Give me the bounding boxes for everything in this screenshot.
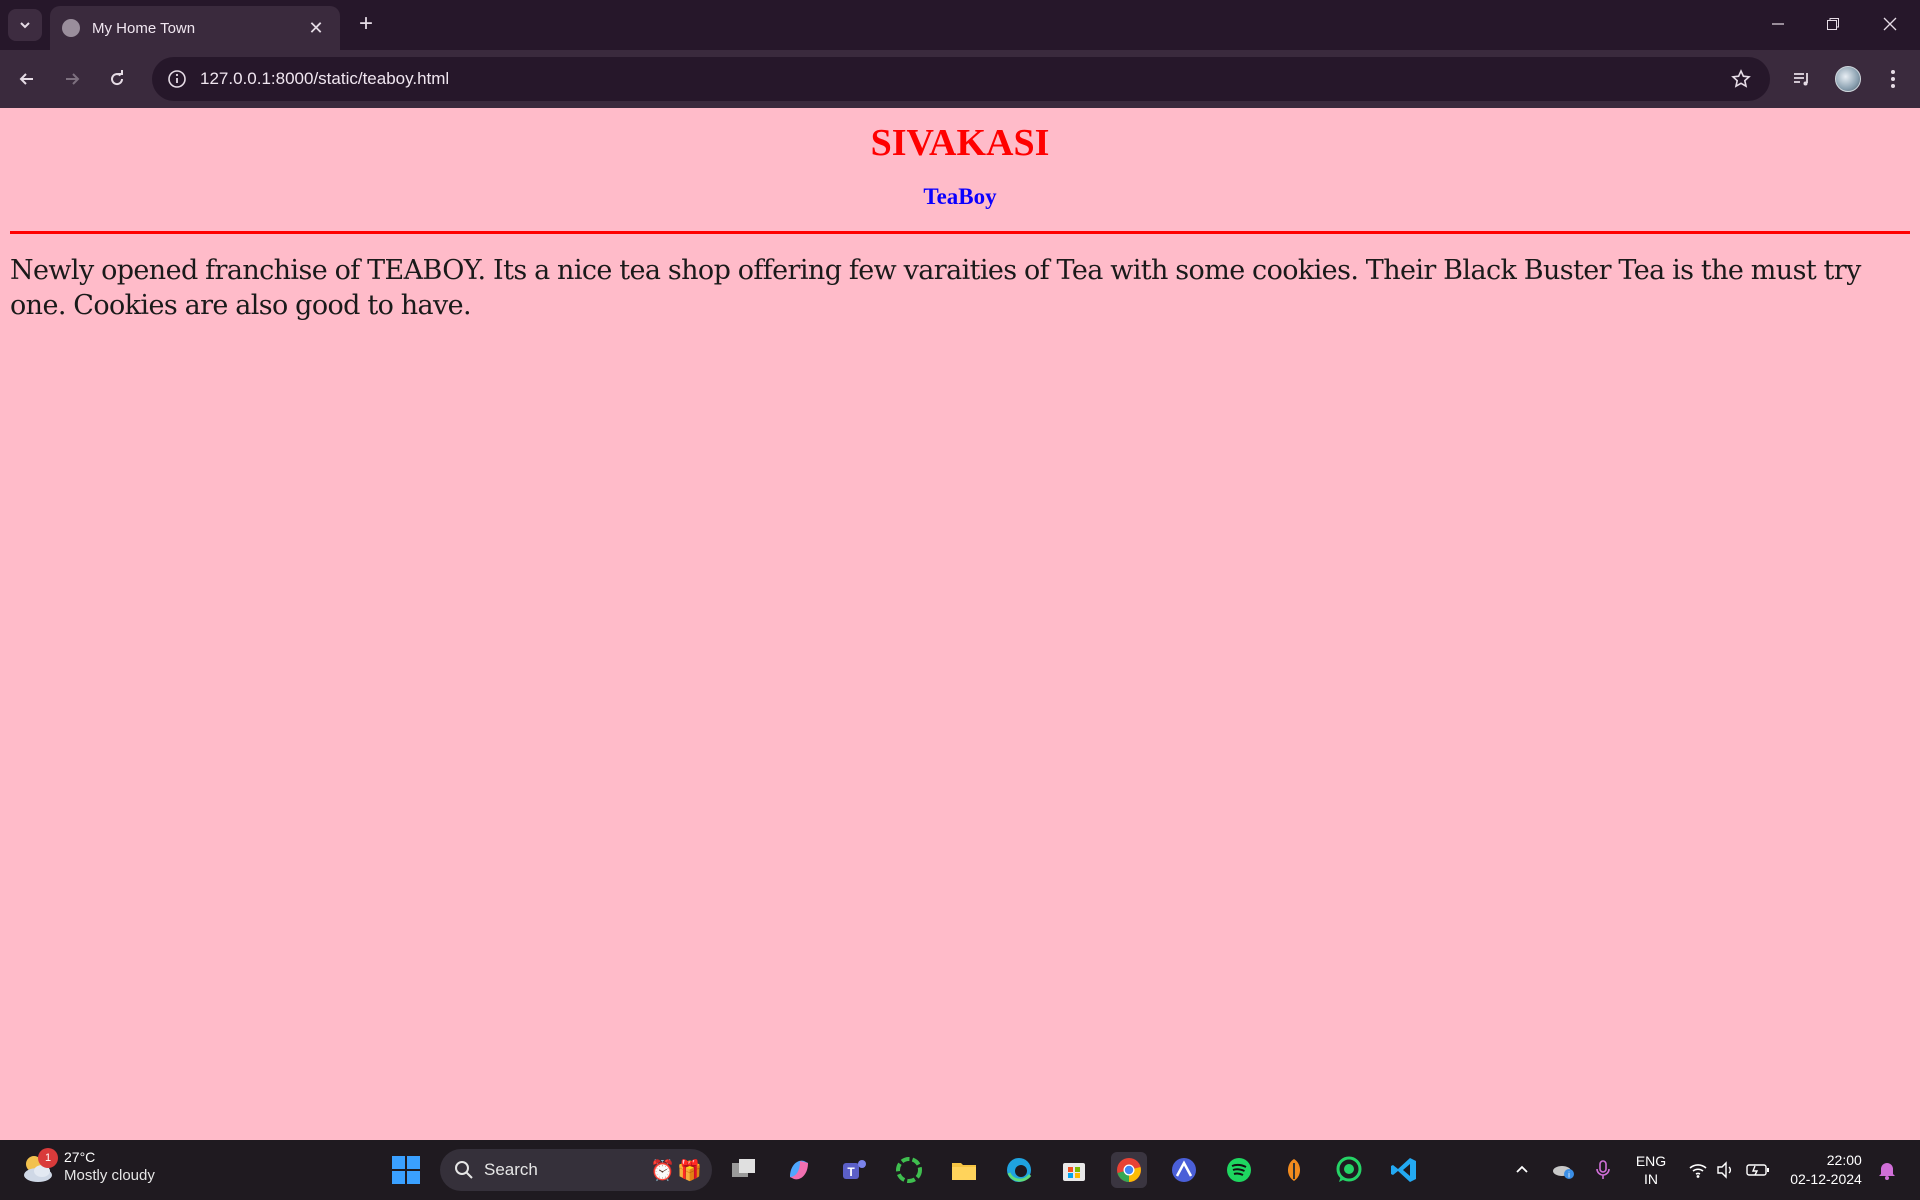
taskbar: 1 27°C Mostly cloudy Search ⏰ 🎁 T i ENG … — [0, 1140, 1920, 1200]
reload-button[interactable] — [100, 62, 134, 96]
bell-icon — [1879, 1163, 1895, 1180]
forward-button[interactable] — [55, 62, 89, 96]
region-code: IN — [1644, 1171, 1658, 1187]
microphone-icon[interactable] — [1589, 1140, 1617, 1200]
bookmark-star-icon[interactable] — [1726, 64, 1756, 94]
weather-temperature: 27°C — [64, 1149, 96, 1165]
clock-date: 02-12-2024 — [1790, 1171, 1862, 1187]
clock-time: 22:00 — [1826, 1152, 1862, 1168]
clock[interactable]: 22:00 02-12-2024 — [1782, 1140, 1870, 1200]
globe-icon — [62, 19, 80, 37]
vscode-icon[interactable] — [1386, 1152, 1422, 1188]
search-icon — [455, 1161, 473, 1179]
tab-title: My Home Town — [92, 19, 196, 37]
divider — [10, 231, 1910, 234]
start-button[interactable] — [388, 1152, 424, 1188]
gift-icon: 🎁 — [677, 1159, 702, 1182]
notification-badge: 1 — [38, 1148, 58, 1168]
page-subtitle: TeaBoy — [923, 184, 997, 209]
more-vert-icon — [1891, 70, 1895, 88]
close-tab-icon[interactable]: ✕ — [304, 18, 328, 39]
url-text[interactable]: 127.0.0.1:8000/static/teaboy.html — [200, 69, 1726, 89]
ring-app-icon[interactable] — [891, 1152, 927, 1188]
menu-button[interactable] — [1876, 62, 1910, 96]
search-label: Search — [484, 1160, 538, 1179]
weather-widget[interactable]: 1 27°C Mostly cloudy — [20, 1148, 155, 1186]
avatar — [1835, 66, 1861, 92]
spotify-icon[interactable] — [1221, 1152, 1257, 1188]
chevron-down-icon — [20, 22, 30, 29]
page-title: SIVAKASI — [870, 122, 1050, 164]
cloud-moon-icon: 1 — [20, 1148, 58, 1186]
show-hidden-icons-button[interactable] — [1508, 1140, 1536, 1200]
profile-button[interactable] — [1831, 62, 1865, 96]
svg-text:i: i — [1568, 1171, 1570, 1180]
browser-tab[interactable]: My Home Town ✕ — [50, 6, 340, 50]
task-view-icon[interactable] — [726, 1152, 762, 1188]
chevron-up-icon — [1516, 1165, 1528, 1173]
description-paragraph: Newly opened franchise of TEABOY. Its a … — [10, 255, 1861, 321]
file-explorer-icon[interactable] — [946, 1152, 982, 1188]
playlist-icon — [1794, 73, 1808, 86]
arrow-left-icon — [19, 73, 33, 85]
media-controls-button[interactable] — [1785, 62, 1819, 96]
site-info-icon[interactable] — [164, 66, 190, 92]
chrome-icon[interactable] — [1111, 1152, 1147, 1188]
svg-text:T: T — [847, 1165, 855, 1179]
store-icon[interactable] — [1056, 1152, 1092, 1188]
language-indicator[interactable]: ENG IN — [1628, 1140, 1674, 1200]
address-bar[interactable]: 127.0.0.1:8000/static/teaboy.html — [152, 57, 1770, 101]
arrow-right-icon — [66, 73, 80, 85]
weather-condition: Mostly cloudy — [64, 1167, 155, 1184]
whatsapp-icon[interactable] — [1331, 1152, 1367, 1188]
restore-button[interactable] — [1811, 8, 1855, 40]
copilot-icon[interactable] — [781, 1152, 817, 1188]
tab-strip: My Home Town ✕ + — [0, 0, 1920, 50]
back-button[interactable] — [10, 62, 44, 96]
language-code: ENG — [1635, 1153, 1667, 1169]
volume-icon[interactable] — [1713, 1140, 1739, 1200]
reload-icon — [111, 70, 124, 86]
new-tab-button[interactable]: + — [352, 10, 380, 38]
edge-icon[interactable] — [1001, 1152, 1037, 1188]
close-window-button[interactable] — [1868, 8, 1912, 40]
fl-studio-icon[interactable] — [1276, 1152, 1312, 1188]
arc-app-icon[interactable] — [1166, 1152, 1202, 1188]
taskbar-search[interactable]: Search ⏰ 🎁 — [440, 1149, 712, 1191]
minimize-button[interactable] — [1756, 8, 1800, 40]
notifications-button[interactable] — [1873, 1140, 1901, 1200]
restore-icon — [1827, 18, 1839, 30]
alarm-clock-icon: ⏰ — [650, 1159, 676, 1182]
tab-search-button[interactable] — [8, 9, 42, 41]
onedrive-icon[interactable]: i — [1548, 1140, 1578, 1200]
wifi-icon[interactable] — [1684, 1140, 1712, 1200]
teams-icon[interactable]: T — [836, 1152, 872, 1188]
windows-logo-icon — [392, 1156, 420, 1184]
minimize-icon — [1772, 23, 1784, 25]
battery-icon[interactable] — [1743, 1140, 1773, 1200]
browser-toolbar: 127.0.0.1:8000/static/teaboy.html — [0, 50, 1920, 108]
close-icon — [1883, 17, 1897, 31]
web-page: SIVAKASI TeaBoy Newly opened franchise o… — [0, 108, 1920, 1140]
